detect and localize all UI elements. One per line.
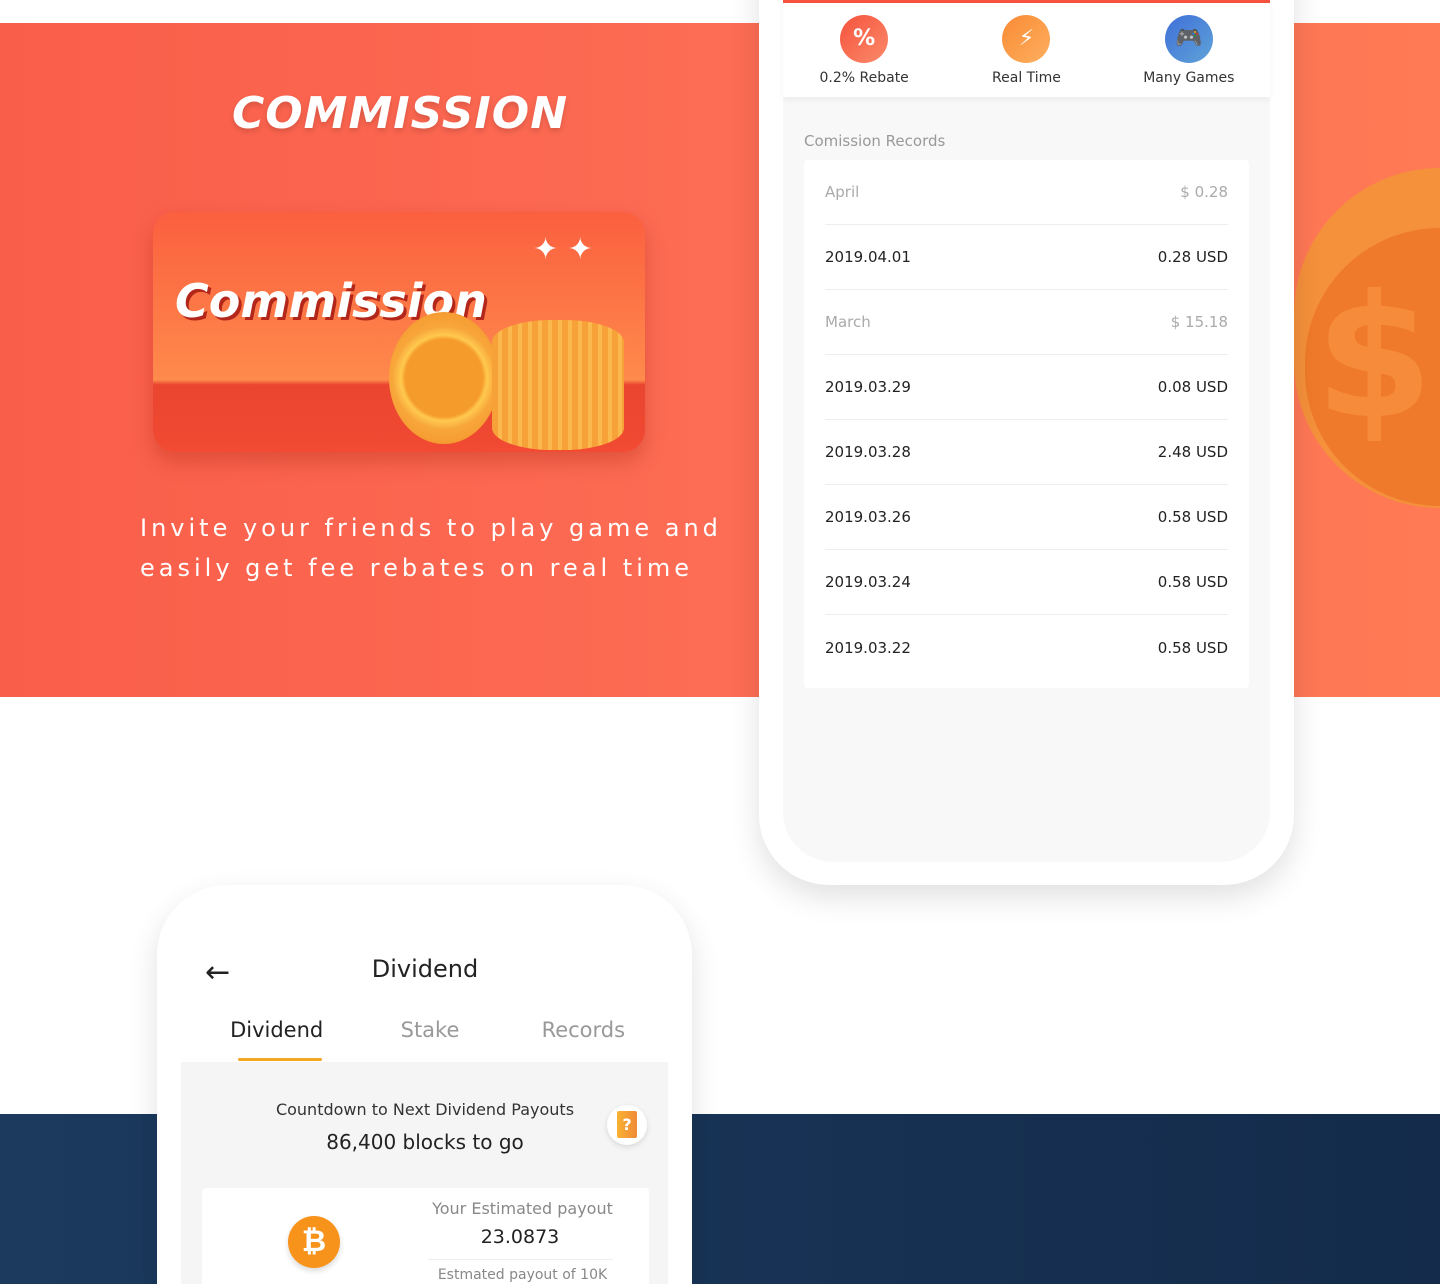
- tab-stake[interactable]: Stake: [353, 1018, 506, 1042]
- sparkle-icon: ✦ ✦: [533, 232, 593, 267]
- coin-icon: [389, 312, 499, 444]
- record-amount: 0.28 USD: [1157, 248, 1228, 266]
- record-row: 2019.03.28 2.48 USD: [825, 420, 1228, 485]
- page-title: Dividend: [371, 955, 479, 983]
- section-title: COMMISSION: [231, 88, 569, 139]
- back-arrow-icon[interactable]: ←: [205, 955, 230, 990]
- estimated-payout-label: Your Estimated payout: [432, 1199, 613, 1218]
- record-amount: 0.58 USD: [1157, 573, 1228, 591]
- record-amount: $ 15.18: [1170, 313, 1228, 331]
- record-row: 2019.03.29 0.08 USD: [825, 355, 1228, 420]
- record-date: 2019.03.22: [825, 638, 911, 657]
- help-button[interactable]: ?: [607, 1105, 647, 1145]
- record-date: March: [825, 313, 871, 331]
- bitcoin-icon: ₿: [288, 1216, 340, 1268]
- record-row: 2019.03.22 0.58 USD: [825, 615, 1228, 680]
- record-date: 2019.03.26: [825, 508, 911, 526]
- features-row: % 0.2% Rebate ⚡ Real Time 🎮 Many Games: [783, 3, 1270, 97]
- tagline-line-1: Invite your friends to play game and: [140, 514, 722, 542]
- feature-rebate[interactable]: % 0.2% Rebate: [783, 3, 945, 97]
- feature-label: 0.2% Rebate: [819, 70, 909, 86]
- record-amount: 2.48 USD: [1157, 443, 1228, 461]
- record-row: 2019.03.24 0.58 USD: [825, 550, 1228, 615]
- commission-illustration: Commission ✦ ✦: [153, 212, 645, 452]
- question-icon: ?: [617, 1111, 637, 1138]
- estimated-payout-value: 23.0873: [480, 1226, 560, 1248]
- month-header: March $ 15.18: [825, 290, 1228, 355]
- estimated-10k-label: Estmated payout of 10K: [437, 1267, 608, 1283]
- record-amount: 0.58 USD: [1157, 508, 1228, 526]
- month-header: April $ 0.28: [825, 160, 1228, 225]
- gamepad-icon: 🎮: [1164, 15, 1213, 63]
- records-title: Comission Records: [804, 132, 946, 150]
- tab-bar: Dividend Stake Records: [200, 1018, 660, 1042]
- divider: [428, 1259, 613, 1260]
- active-tab-indicator: [238, 1058, 322, 1061]
- tab-records[interactable]: Records: [507, 1018, 660, 1042]
- record-date: 2019.03.28: [825, 443, 911, 461]
- record-date: 2019.03.24: [825, 573, 911, 591]
- coin-stack-icon: [492, 320, 624, 450]
- feature-label: Real Time: [992, 70, 1061, 86]
- feature-label: Many Games: [1143, 70, 1235, 86]
- record-date: 2019.04.01: [825, 248, 911, 266]
- record-row: 2019.04.01 0.28 USD: [825, 225, 1228, 290]
- record-amount: 0.58 USD: [1157, 638, 1228, 657]
- record-date: April: [825, 183, 860, 201]
- record-date: 2019.03.29: [825, 378, 911, 396]
- rebate-tag-icon: %: [840, 15, 889, 63]
- feature-real-time[interactable]: ⚡ Real Time: [945, 3, 1107, 97]
- blocks-remaining: 86,400 blocks to go: [326, 1130, 524, 1154]
- countdown-label: Countdown to Next Dividend Payouts: [275, 1100, 575, 1119]
- tagline: Invite your friends to play game and eas…: [140, 508, 722, 588]
- lightning-icon: ⚡: [1002, 15, 1051, 63]
- record-amount: 0.08 USD: [1157, 378, 1228, 396]
- records-list: April $ 0.28 2019.04.01 0.28 USD March $ 15.1…: [804, 160, 1249, 688]
- feature-many-games[interactable]: 🎮 Many Games: [1108, 3, 1270, 97]
- tagline-line-2: easily get fee rebates on real time: [140, 554, 694, 582]
- record-row: 2019.03.26 0.58 USD: [825, 485, 1228, 550]
- tab-dividend[interactable]: Dividend: [200, 1018, 353, 1042]
- record-amount: $ 0.28: [1180, 183, 1228, 201]
